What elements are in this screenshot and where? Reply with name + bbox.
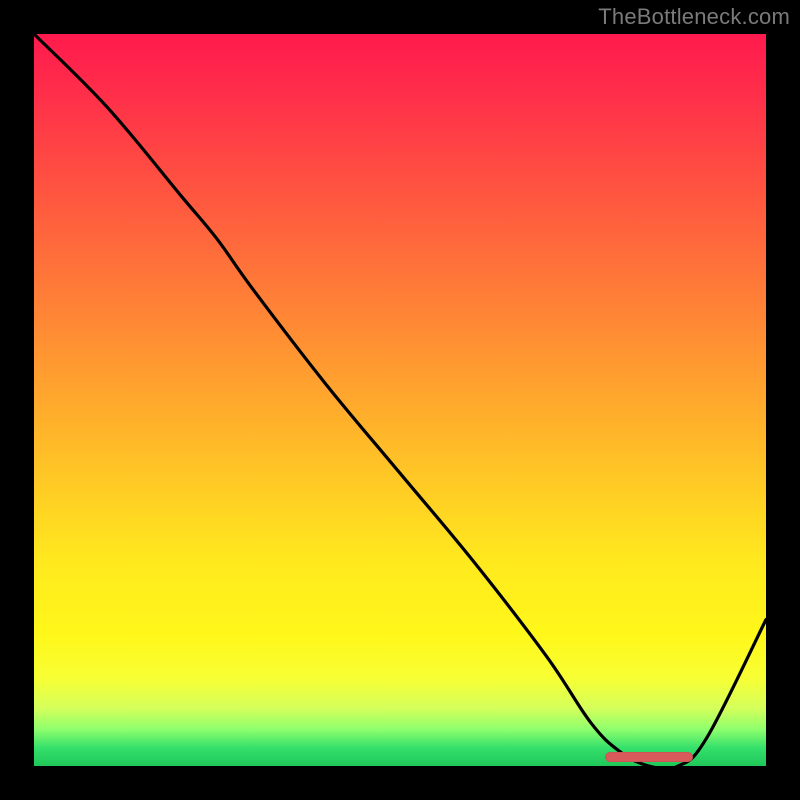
watermark-text: TheBottleneck.com: [598, 4, 790, 30]
curve-layer: [34, 34, 766, 766]
bottleneck-curve: [34, 34, 766, 769]
plot-area: [34, 34, 766, 766]
optimal-range-marker: [605, 752, 693, 762]
chart-frame: TheBottleneck.com: [0, 0, 800, 800]
